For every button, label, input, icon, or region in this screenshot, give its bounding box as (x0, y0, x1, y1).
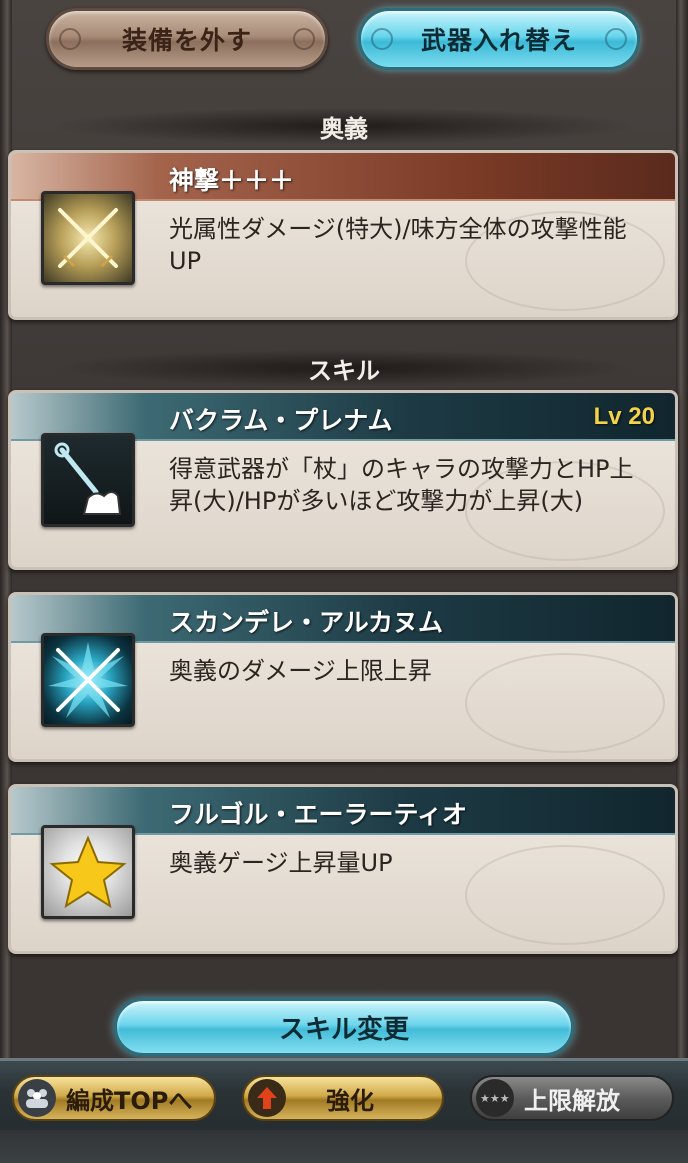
ornament-icon (293, 28, 315, 50)
skill-card[interactable]: バクラム・プレナム Lv 20 得意武器が「杖」のキャラの攻撃力とHP上昇(大)… (8, 390, 678, 570)
ougi-card[interactable]: 神撃＋＋＋ 光属性ダメージ(特大)/味方全体の攻撃性能UP (8, 150, 678, 320)
remove-equipment-label: 装備を外す (121, 26, 252, 55)
skill-name: バクラム・プレナム (169, 406, 393, 435)
svg-text:★★★: ★★★ (480, 1092, 510, 1105)
skill-change-label: スキル変更 (278, 1014, 409, 1045)
skill-change-button[interactable]: スキル変更 (114, 998, 574, 1056)
three-stars-icon: ★★★ (476, 1079, 514, 1117)
remove-equipment-button[interactable]: 装備を外す (46, 8, 328, 70)
skill-section-header: スキル (60, 350, 628, 386)
ornament-icon (371, 28, 393, 50)
limit-break-button[interactable]: ★★★ 上限解放 (470, 1075, 674, 1121)
ougi-section-title: 奥義 (320, 114, 368, 143)
skill-description: 奥義ゲージ上昇量UP (169, 849, 393, 877)
limit-break-label: 上限解放 (524, 1086, 620, 1115)
enhance-label: 強化 (326, 1086, 374, 1115)
enhance-button[interactable]: 強化 (242, 1075, 444, 1121)
ougi-section-header: 奥義 (60, 108, 628, 144)
skill-name: スカンデレ・アルカヌム (169, 608, 444, 637)
skill-card[interactable]: フルゴル・エーラーティオ 奥義ゲージ上昇量UP (8, 784, 678, 954)
staff-arm-icon (41, 433, 135, 527)
skill-description: 奥義のダメージ上限上昇 (169, 657, 432, 685)
party-icon (18, 1079, 56, 1117)
crossed-swords-burst-icon (41, 633, 135, 727)
skill-card[interactable]: スカンデレ・アルカヌム 奥義のダメージ上限上昇 (8, 592, 678, 762)
party-top-label: 編成TOPへ (66, 1086, 193, 1115)
star-icon (41, 825, 135, 919)
crossed-swords-light-icon (41, 191, 135, 285)
ougi-name: 神撃＋＋＋ (169, 166, 295, 195)
bottom-strip (0, 1130, 688, 1163)
swap-weapon-button[interactable]: 武器入れ替え (358, 8, 640, 70)
skill-description: 得意武器が「杖」のキャラの攻撃力とHP上昇(大)/HPが多いほど攻撃力が上昇(大… (169, 455, 634, 515)
skill-name: フルゴル・エーラーティオ (169, 800, 468, 829)
arrow-up-icon (248, 1079, 286, 1117)
skill-level: Lv 20 (593, 403, 655, 430)
party-top-button[interactable]: 編成TOPへ (12, 1075, 216, 1121)
skill-section-title: スキル (308, 356, 380, 385)
ougi-description: 光属性ダメージ(特大)/味方全体の攻撃性能UP (169, 215, 627, 275)
swap-weapon-label: 武器入れ替え (420, 26, 577, 55)
ornament-icon (605, 28, 627, 50)
ornament-icon (59, 28, 81, 50)
